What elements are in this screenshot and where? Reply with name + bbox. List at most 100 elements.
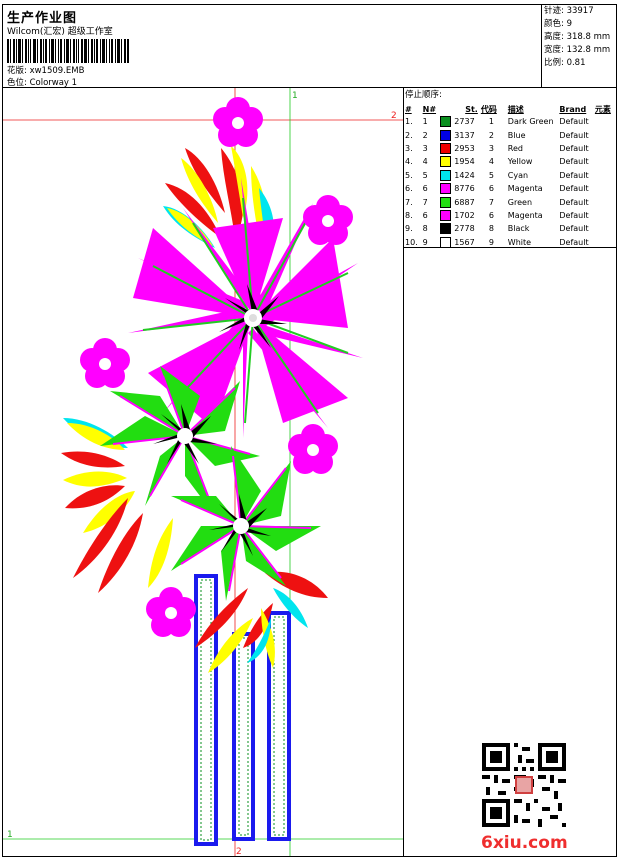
row-index: 6.	[405, 184, 413, 194]
row-description: Yellow	[507, 157, 533, 167]
row-needle: 7	[422, 197, 428, 207]
color-swatch	[440, 223, 452, 235]
row-description: Magenta	[507, 210, 543, 220]
stitch-count: 1567	[454, 237, 475, 247]
vase-middle	[232, 632, 255, 841]
col-brand: Brand	[559, 104, 587, 114]
blossom-right-mid	[288, 424, 338, 474]
row-brand: Default	[559, 117, 589, 127]
row-element	[595, 142, 616, 155]
stitch-count: 6887	[454, 197, 475, 207]
row-needle: 4	[422, 157, 428, 167]
row-description: Dark Green	[507, 117, 554, 127]
row-index: 7.	[405, 197, 413, 207]
stitch-count: 3137	[454, 130, 475, 140]
sheet-subtitle: Wilcom(汇宏) 超级工作室	[7, 27, 113, 37]
color-swatch	[440, 129, 452, 141]
row-description: Green	[507, 197, 533, 207]
row-index: 5.	[405, 170, 413, 180]
row-index: 9.	[405, 224, 413, 234]
sequence-row: 9. 8 2778 8 Black Default	[405, 222, 616, 235]
row-index: 10.	[405, 237, 418, 247]
sequence-row: 10. 9 1567 9 White Default	[405, 236, 616, 249]
row-code: 4	[488, 157, 494, 167]
row-description: Red	[507, 143, 523, 153]
row-stitches: 6887	[440, 195, 481, 208]
row-brand: Default	[559, 170, 589, 180]
row-needle: 9	[422, 237, 428, 247]
green-flower-left	[100, 366, 260, 516]
stitch-count: 1954	[454, 157, 475, 167]
row-description: Cyan	[507, 170, 529, 180]
row-stitches: 2778	[440, 222, 481, 235]
col-element: 元素	[594, 104, 611, 114]
guide-label-h-top: 2	[391, 111, 397, 121]
row-brand: Default	[559, 224, 589, 234]
row-brand: Default	[559, 143, 589, 153]
row-brand: Default	[559, 184, 589, 194]
row-element	[595, 222, 616, 235]
col-code: 代码	[480, 104, 497, 114]
sequence-row: 2. 2 3137 2 Blue Default	[405, 128, 616, 141]
design-preview: 2 1 1 2	[3, 88, 403, 856]
stat-height: 高度: 318.8 mm	[544, 32, 611, 42]
row-description: White	[507, 237, 532, 247]
row-stitches: 1424	[440, 169, 481, 182]
sequence-row: 5. 5 1424 5 Cyan Default	[405, 169, 616, 182]
barcode	[7, 39, 129, 63]
row-element	[595, 182, 616, 195]
row-needle: 5	[422, 170, 428, 180]
color-swatch	[440, 183, 452, 195]
row-code: 2	[488, 130, 494, 140]
row-needle: 6	[422, 210, 428, 220]
stop-sequence-panel: 停止顺序: # N# St. 代码 描述 Brand 元素 1. 1 2737 1 Da…	[405, 89, 616, 249]
embroidery-artwork: 2 1 1 2	[3, 88, 403, 856]
color-swatch	[440, 236, 452, 248]
blossom-top	[213, 97, 263, 147]
row-needle: 6	[422, 184, 428, 194]
row-needle: 2	[422, 130, 428, 140]
row-code: 8	[488, 224, 494, 234]
stat-ratio: 比例: 0.81	[544, 58, 586, 68]
stitch-count: 1702	[454, 210, 475, 220]
design-file-row: 花版: xw1509.EMB	[7, 64, 84, 76]
blossom-left	[80, 338, 130, 388]
row-element	[595, 236, 616, 249]
row-code: 9	[488, 237, 494, 247]
guide-label-v-bottom: 2	[236, 847, 242, 856]
sequence-row: 4. 4 1954 4 Yellow Default	[405, 155, 616, 168]
row-code: 3	[488, 143, 494, 153]
row-stitches: 1954	[440, 155, 481, 168]
sequence-row: 8. 6 1702 6 Magenta Default	[405, 209, 616, 222]
row-stitches: 3137	[440, 128, 481, 141]
guide-label-v-top: 1	[292, 91, 298, 101]
color-swatch	[440, 142, 452, 154]
sequence-row: 1. 1 2737 1 Dark Green Default	[405, 115, 616, 128]
row-description: Blue	[507, 130, 526, 140]
color-swatch	[440, 156, 452, 168]
stop-sequence-table: # N# St. 代码 描述 Brand 元素 1. 1 2737 1 Dark Gre…	[405, 103, 616, 249]
row-stitches: 2953	[440, 142, 481, 155]
sequence-row: 6. 6 8776 6 Magenta Default	[405, 182, 616, 195]
row-brand: Default	[559, 237, 589, 247]
row-index: 8.	[405, 210, 413, 220]
row-code: 1	[488, 117, 494, 127]
row-code: 7	[488, 197, 494, 207]
sequence-row: 3. 3 2953 3 Red Default	[405, 142, 616, 155]
col-description: 描述	[507, 104, 524, 114]
row-brand: Default	[559, 130, 589, 140]
color-swatch	[440, 116, 452, 128]
stitch-count: 2737	[454, 117, 475, 127]
row-index: 4.	[405, 157, 413, 167]
row-description: Magenta	[507, 184, 543, 194]
row-index: 2.	[405, 130, 413, 140]
row-stitches: 1567	[440, 236, 481, 249]
stats-panel: 针迹: 33917 颜色: 9 高度: 318.8 mm 宽度: 132.8 m…	[541, 5, 618, 87]
design-file-label: 花版:	[7, 66, 27, 76]
row-element	[595, 209, 616, 222]
blossom-right-top	[303, 195, 353, 245]
col-index: #	[405, 104, 412, 114]
row-description: Black	[507, 224, 530, 234]
col-needle: N#	[422, 104, 437, 114]
row-element	[595, 169, 616, 182]
